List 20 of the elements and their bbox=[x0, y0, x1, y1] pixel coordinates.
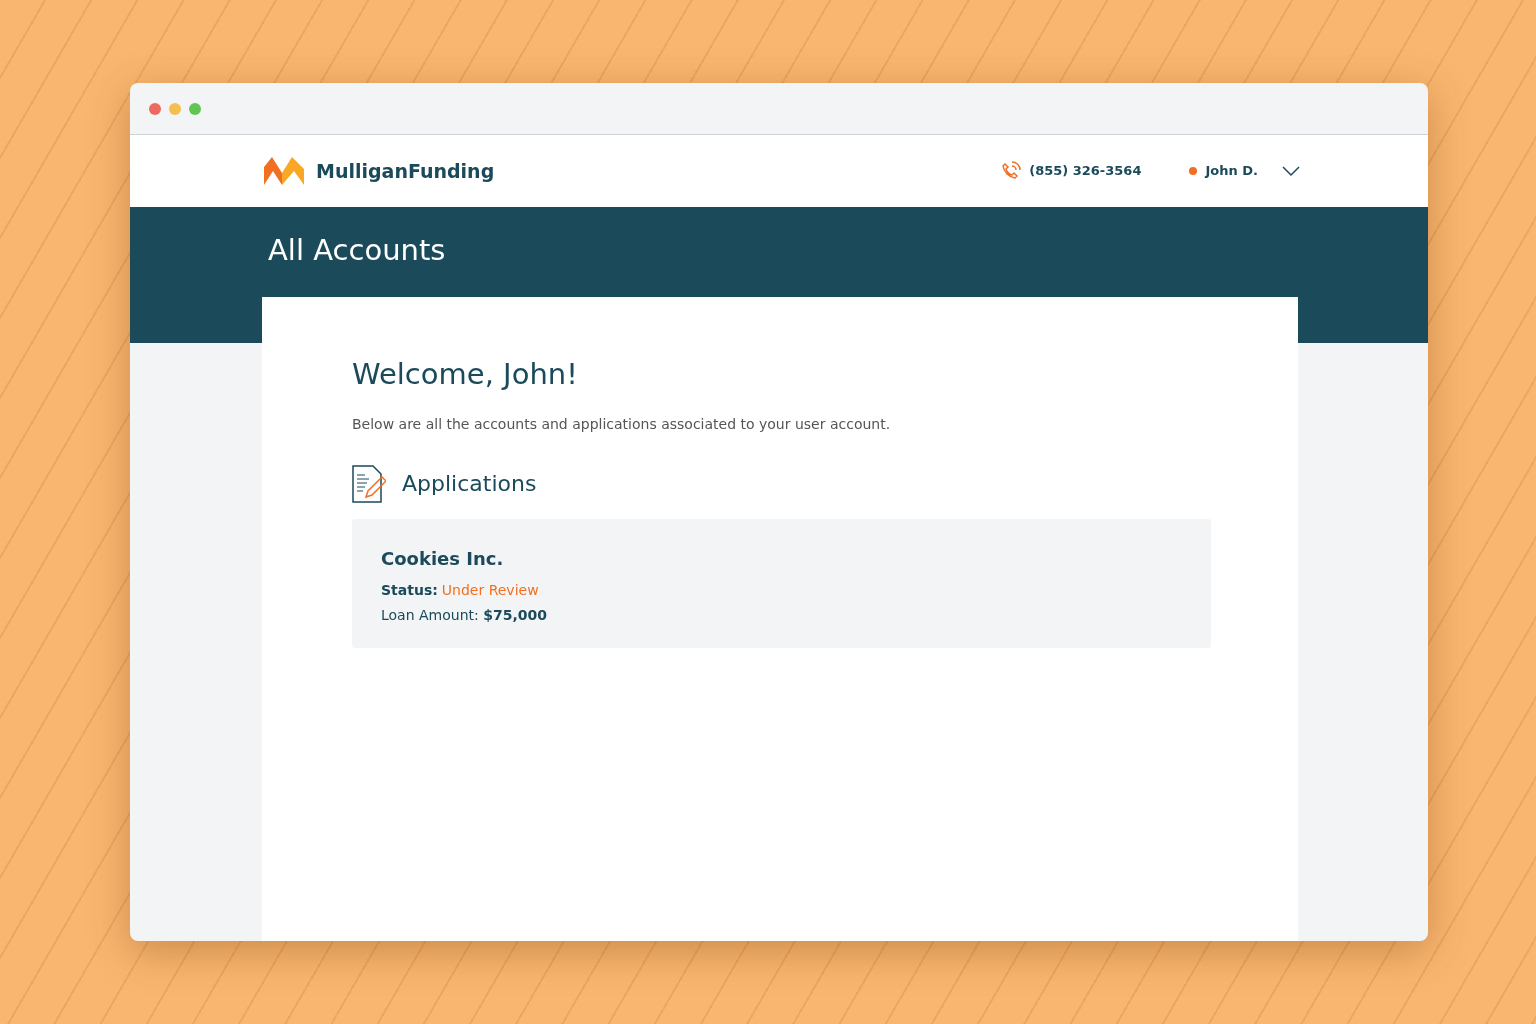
phone-icon bbox=[1001, 161, 1022, 181]
close-dot[interactable] bbox=[149, 102, 161, 115]
logo-icon bbox=[264, 157, 304, 185]
application-card[interactable]: Cookies Inc. Status: Under Review Loan Amount: $75,000 bbox=[352, 518, 1211, 648]
user-name[interactable]: John D. bbox=[1205, 161, 1258, 181]
welcome-heading: Welcome, John! bbox=[352, 357, 579, 392]
section-title: Applications bbox=[402, 470, 537, 499]
maximize-dot[interactable] bbox=[189, 102, 201, 115]
status-dot-icon bbox=[1189, 167, 1198, 175]
intro-text: Below are all the accounts and applications associated to your user account. bbox=[352, 414, 892, 434]
minimize-dot[interactable] bbox=[169, 102, 181, 115]
loan-amount: Loan Amount: $75,000 bbox=[381, 605, 548, 625]
status-value: Under Review bbox=[441, 581, 539, 598]
status-label: Status: bbox=[381, 581, 438, 598]
company-name: Cookies Inc. bbox=[381, 546, 505, 571]
document-pencil-icon bbox=[352, 464, 386, 503]
page-title: All Accounts bbox=[268, 233, 447, 268]
phone-number[interactable]: (855) 326-3564 bbox=[1029, 161, 1142, 181]
chevron-down-icon[interactable] bbox=[1282, 165, 1300, 177]
brand-name: MulliganFunding bbox=[316, 158, 495, 184]
